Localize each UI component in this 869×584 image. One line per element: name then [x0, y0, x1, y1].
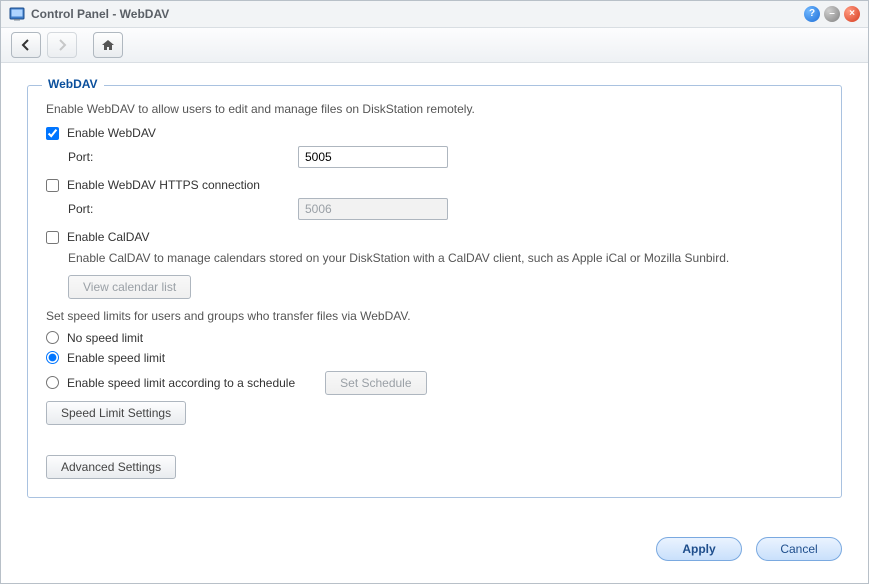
https-port-row: Port: [68, 198, 823, 220]
enable-webdav-label[interactable]: Enable WebDAV [67, 126, 156, 140]
view-calendar-list-button: View calendar list [68, 275, 191, 299]
speed-none-radio[interactable] [46, 331, 59, 344]
speed-schedule-radio[interactable] [46, 376, 59, 389]
forward-button[interactable] [47, 32, 77, 58]
webdav-fieldset: WebDAV Enable WebDAV to allow users to e… [27, 85, 842, 498]
home-button[interactable] [93, 32, 123, 58]
caldav-desc-text: Enable CalDAV to manage calendars stored… [68, 250, 823, 267]
speed-limit-intro-text: Set speed limits for users and groups wh… [46, 309, 823, 323]
back-button[interactable] [11, 32, 41, 58]
enable-caldav-row: Enable CalDAV [46, 230, 823, 244]
speed-schedule-row: Enable speed limit according to a schedu… [46, 371, 823, 395]
speed-none-label[interactable]: No speed limit [67, 331, 143, 345]
https-port-input [298, 198, 448, 220]
control-panel-icon [9, 6, 25, 22]
enable-https-checkbox[interactable] [46, 179, 59, 192]
apply-button[interactable]: Apply [656, 537, 742, 561]
enable-webdav-row: Enable WebDAV [46, 126, 823, 140]
content-area: WebDAV Enable WebDAV to allow users to e… [1, 63, 868, 527]
webdav-port-input[interactable] [298, 146, 448, 168]
webdav-port-row: Port: [68, 146, 823, 168]
enable-webdav-checkbox[interactable] [46, 127, 59, 140]
window-buttons: ? – × [804, 6, 860, 22]
minimize-button[interactable]: – [824, 6, 840, 22]
window: Control Panel - WebDAV ? – × WebDAV Enab… [0, 0, 869, 584]
webdav-port-label: Port: [68, 150, 298, 164]
speed-limit-settings-button[interactable]: Speed Limit Settings [46, 401, 186, 425]
fieldset-legend: WebDAV [42, 77, 104, 91]
toolbar [1, 28, 868, 63]
window-title: Control Panel - WebDAV [31, 7, 804, 21]
speed-none-row: No speed limit [46, 331, 823, 345]
https-port-label: Port: [68, 202, 298, 216]
enable-caldav-checkbox[interactable] [46, 231, 59, 244]
speed-enable-label[interactable]: Enable speed limit [67, 351, 165, 365]
titlebar: Control Panel - WebDAV ? – × [1, 1, 868, 28]
set-schedule-button: Set Schedule [325, 371, 426, 395]
help-button[interactable]: ? [804, 6, 820, 22]
speed-enable-row: Enable speed limit [46, 351, 823, 365]
footer: Apply Cancel [1, 527, 868, 583]
speed-enable-radio[interactable] [46, 351, 59, 364]
enable-caldav-label[interactable]: Enable CalDAV [67, 230, 150, 244]
enable-https-row: Enable WebDAV HTTPS connection [46, 178, 823, 192]
webdav-intro-text: Enable WebDAV to allow users to edit and… [46, 102, 823, 116]
cancel-button[interactable]: Cancel [756, 537, 842, 561]
enable-https-label[interactable]: Enable WebDAV HTTPS connection [67, 178, 260, 192]
close-button[interactable]: × [844, 6, 860, 22]
advanced-settings-button[interactable]: Advanced Settings [46, 455, 176, 479]
speed-schedule-label[interactable]: Enable speed limit according to a schedu… [67, 376, 295, 390]
